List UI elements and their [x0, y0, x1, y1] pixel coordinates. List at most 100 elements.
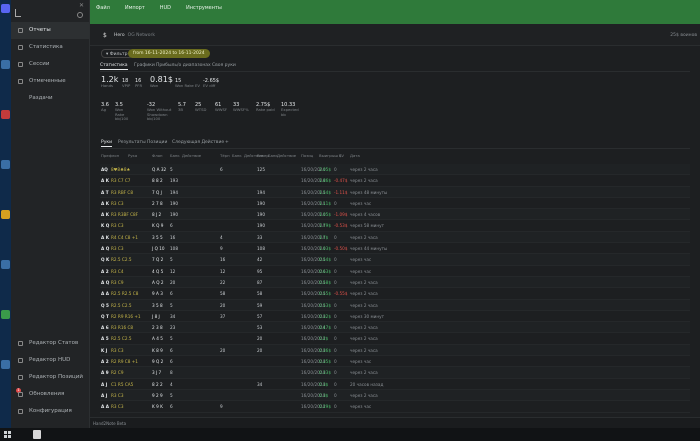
metric-wwsf-pct: 33 WWSF%	[233, 102, 249, 112]
table-row[interactable]: A Q R3 C3 J Q 10 108 9 108 16/20/2024 1.03$ -0.5…	[100, 243, 690, 255]
menu-file[interactable]: Файл	[96, 5, 110, 11]
preflop-action: R3 C9	[111, 279, 124, 285]
table-row[interactable]: K J R3 C3 K 8 9 6 20 20 16/20/2024 0.36$ 0 через …	[100, 344, 690, 357]
tab-positions[interactable]: Позиции	[147, 140, 167, 145]
pot-value: 194	[170, 189, 178, 195]
settings-icon[interactable]	[77, 12, 83, 18]
column-header[interactable]: Действие	[277, 153, 296, 158]
date-range-pill[interactable]: from 16-11-2024 to 16-11-2024	[128, 49, 210, 58]
turn-value: 9	[220, 246, 223, 252]
table-row[interactable]: Q K R2.5 C2.5 7 Q 2 5 16 42 16/20/2024 0.54$ 0 че…	[100, 254, 690, 266]
sidebar-item-config[interactable]: Конфигурация	[11, 403, 89, 420]
hand-cards: A 9	[101, 370, 109, 376]
tab-statistics[interactable]: Статистика	[100, 63, 128, 70]
metric-won-rake-bb: 3.5 Won Rake bb/100	[115, 102, 129, 121]
desktop-shortcut-icon[interactable]	[1, 260, 10, 269]
desktop-shortcut-icon[interactable]	[1, 360, 10, 369]
column-header[interactable]: Банк	[232, 153, 242, 158]
ev-value: 0	[334, 313, 337, 319]
table-row[interactable]: A K R4 C4 C8 +1 3 5 5 16 4 33 16/20/2024 1.7$ 0 ч…	[100, 231, 690, 244]
flop-cards: 4 Q 5	[152, 268, 164, 274]
preflop-action: R3 RBF C8	[111, 189, 134, 195]
sidebar-item-reports[interactable]: Отчеты	[11, 22, 89, 39]
player-name[interactable]: Hero OG Network	[114, 33, 155, 38]
table-row[interactable]: A 2 R3 C4 4 Q 5 12 12 95 16/20/2024 0.63$ 0 через…	[100, 266, 690, 277]
table-row[interactable]: A T R3 RBF C8 7 Q J 194 194 16/20/2024 1.54$ -1…	[100, 186, 690, 198]
sidebar-item-stats[interactable]: Статистика	[11, 39, 89, 56]
hand-time: 20 часов назад	[350, 381, 384, 387]
turn-value: 37	[220, 313, 226, 319]
sidebar-item-marked-hands[interactable]: Отмеченные Раздачи	[11, 73, 89, 101]
desktop-shortcut-icon[interactable]	[1, 310, 10, 319]
won-amount: 1.54$	[319, 189, 331, 195]
desktop-shortcut-icon[interactable]	[1, 160, 10, 169]
table-row[interactable]: A 2 R2 R9 C8 +1 9 Q 2 6 16/20/2024 0.35$ 0 чере…	[100, 356, 690, 368]
header-right-info: 25$ воинов	[670, 33, 697, 38]
sidebar-item-hud-editor[interactable]: Редактор HUD	[11, 352, 89, 369]
preflop-action: R3 C3	[111, 404, 124, 410]
table-row[interactable]: A K R3 C3 2 7 8 190 190 16/20/2024 1.11$ 0 через…	[100, 198, 690, 210]
column-header[interactable]: Тёрн	[220, 153, 230, 158]
column-header[interactable]: EV	[339, 153, 344, 158]
column-header[interactable]: Рука	[128, 153, 137, 158]
won-amount: 0.29$	[319, 404, 331, 410]
table-row[interactable]: AQ 8♥8♣8♠ Q A 32 5 6 125 16/20/2024 2.05$ 0 через…	[100, 164, 690, 176]
tab-next-action[interactable]: Следующая Действие	[172, 140, 224, 145]
flop-cards: 3 J 7	[152, 370, 162, 376]
metrics-panel: 1.2k Hands 18 VPIP 16 PFR 0.81$ Won 15 Won Ra…	[90, 72, 700, 132]
table-row[interactable]: A A R3 C3 K 9 K 6 9 16/20/2024 0.29$ 0 через час	[100, 401, 690, 413]
pot-value: 6	[170, 223, 173, 229]
tab-graphs[interactable]: Графики	[134, 63, 155, 68]
table-row[interactable]: A K R3 R3BF C8F 8 J 2 190 190 16/20/2024 1.05$…	[100, 209, 690, 221]
menu-hud[interactable]: HUD	[160, 5, 171, 11]
river-pot: 95	[257, 268, 263, 274]
table-row[interactable]: A A R2.5 R2.5 C8 9 A 3 6 58 58 16/20/2024 0.55$…	[100, 288, 690, 300]
sidebar-item-stat-editor[interactable]: Редактор Статов	[11, 335, 89, 352]
column-header[interactable]: Позиц	[301, 153, 313, 158]
table-row[interactable]: Q T R2 R9 R16 +1 J 8 J 34 37 57 16/20/2024 0.32…	[100, 311, 690, 323]
tab-hands[interactable]: Руки	[101, 140, 113, 147]
menu-tools[interactable]: Инструменты	[186, 5, 222, 11]
tab-own-hands[interactable]: Своя руки	[212, 63, 236, 68]
taskbar-app-icon[interactable]	[33, 430, 41, 439]
desktop-shortcut-icon[interactable]	[1, 210, 10, 219]
metric-won-without-sd: -32 Won Without Showdown bb/100	[147, 102, 172, 121]
tab-ranges[interactable]: Прибыль/о диапазонах	[156, 63, 211, 68]
tab-results[interactable]: Результаты	[118, 140, 146, 145]
table-row[interactable]: A 6 R3 R16 C8 2 3 8 23 53 16/20/2024 0.47$ 0 чер…	[100, 322, 690, 334]
desktop-shortcut-icon[interactable]	[1, 110, 10, 119]
menu-import[interactable]: Импорт	[125, 5, 145, 11]
table-row[interactable]: Q 5 R2.5 C2.5 3 5 8 5 20 59 16/20/2024 0.53$ 0 че…	[100, 299, 690, 311]
column-header[interactable]: Флоп	[152, 153, 163, 158]
table-row[interactable]: A J C1 R5 CA5 8 2 2 4 34 16/20/2024 0.3$ 0 20 ча…	[100, 379, 690, 390]
table-row[interactable]: K Q R3 C3 K Q 9 6 190 16/20/2024 1.79$ -0.53$ че…	[100, 220, 690, 232]
pot-value: 12	[170, 268, 176, 274]
desktop-shortcut-icon[interactable]	[1, 60, 10, 69]
column-header[interactable]: Дата	[350, 153, 360, 158]
sidebar-item-updates[interactable]: 1 Обновления	[11, 386, 89, 403]
river-pot: 59	[257, 302, 263, 308]
column-header[interactable]: Префлоп	[101, 153, 119, 158]
add-tab-button[interactable]: +	[225, 140, 229, 145]
hand-time: через 2 часа	[350, 279, 378, 285]
sidebar-item-position-editor[interactable]: Редактор Позиций	[11, 369, 89, 386]
column-header[interactable]: Ривер	[257, 153, 269, 158]
turn-value: 20	[220, 302, 226, 308]
turn-value: 6	[220, 167, 223, 172]
hand-cards: A A	[101, 291, 109, 297]
table-row[interactable]: A Q R3 C9 A Q 2 20 22 87 16/20/2024 0.58$ 0 через…	[100, 276, 690, 289]
column-header[interactable]: Банк	[170, 153, 180, 158]
table-row[interactable]: A 5 R2.5 C2.5 A 4 5 5 20 16/20/2024 0.2$ 0 через…	[100, 333, 690, 345]
table-row[interactable]: A 9 R2 C9 3 J 7 8 16/20/2024 0.33$ 0 через 2 ча…	[100, 367, 690, 379]
river-pot: 190	[257, 223, 265, 229]
column-header[interactable]: Действие	[182, 153, 201, 158]
table-row[interactable]: A J R3 C3 9 2 9 5 16/20/2024 0.3$ 0 через 2 час…	[100, 389, 690, 402]
won-amount: 1.03$	[319, 246, 331, 252]
table-row[interactable]: A K R3 C7 C7 8 8 2 193 16/20/2024 1.86$ -0.47$…	[100, 175, 690, 187]
hand-time: через час	[350, 200, 372, 206]
ev-value: 0	[334, 336, 337, 342]
windows-start-icon[interactable]	[4, 431, 11, 438]
discord-icon[interactable]	[1, 4, 10, 13]
sidebar-item-sessions[interactable]: Сессии	[11, 56, 89, 73]
close-icon[interactable]: ✕	[79, 2, 84, 9]
